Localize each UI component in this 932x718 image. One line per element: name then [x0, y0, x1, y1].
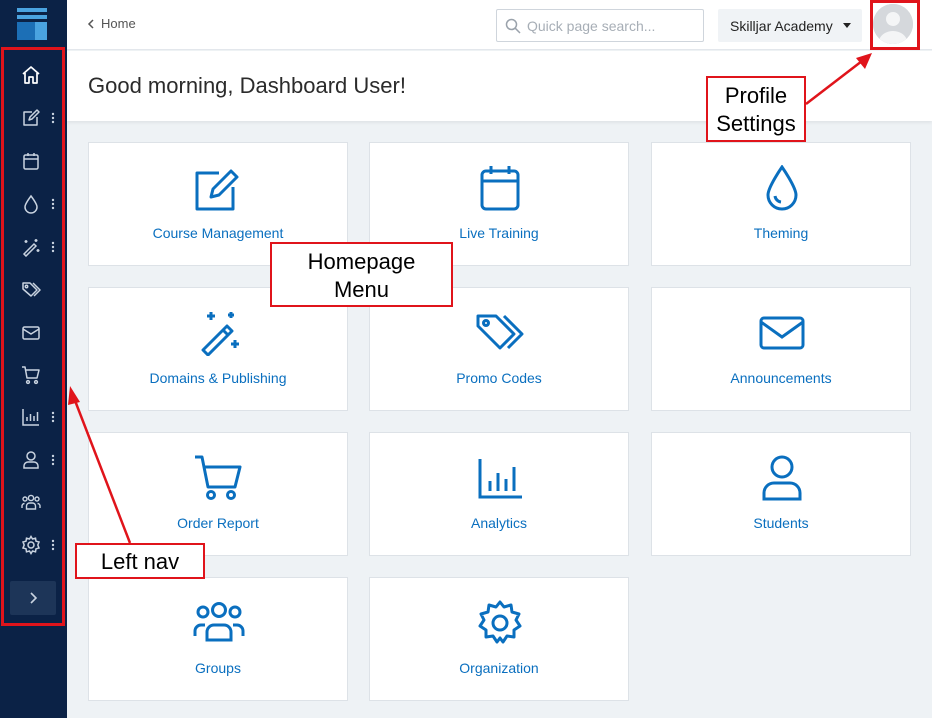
tile-theming[interactable]: Theming [651, 142, 911, 266]
tile-label: Analytics [470, 515, 528, 531]
tile-order-report[interactable]: Order Report [88, 432, 348, 556]
gear-icon [478, 600, 522, 644]
annotation-line: Settings [716, 111, 796, 136]
org-name: Skilljar Academy [730, 17, 833, 34]
envelope-icon [759, 316, 805, 350]
cart-icon [195, 455, 242, 500]
annotation-profile-settings: Profile Settings [706, 76, 806, 142]
tile-label: Organization [459, 660, 539, 676]
logo-icon[interactable] [17, 8, 47, 40]
tile-organization[interactable]: Organization [369, 577, 629, 701]
bar-chart-icon [478, 459, 522, 499]
tile-label: Groups [195, 660, 241, 676]
left-nav-highlight [1, 47, 65, 626]
magic-wand-icon [201, 312, 239, 356]
annotation-left-nav: Left nav [75, 543, 205, 579]
tile-students[interactable]: Students [651, 432, 911, 556]
quick-search[interactable] [496, 9, 704, 42]
org-switcher[interactable]: Skilljar Academy [718, 9, 862, 42]
annotation-line: Left nav [100, 549, 180, 574]
tile-analytics[interactable]: Analytics [369, 432, 629, 556]
tile-label: Promo Codes [456, 370, 542, 386]
annotation-line: Profile [724, 83, 788, 108]
tile-label: Domains & Publishing [149, 370, 287, 386]
top-bar: Home Skilljar Academy [67, 0, 932, 50]
annotation-line: Menu [333, 277, 390, 302]
search-input[interactable] [527, 16, 697, 36]
droplet-icon [766, 165, 798, 211]
edit-icon [195, 169, 239, 211]
tile-label: Order Report [177, 515, 259, 531]
tile-announcements[interactable]: Announcements [651, 287, 911, 411]
caret-down-icon [842, 23, 851, 28]
tile-label: Course Management [152, 225, 284, 241]
tile-label: Students [753, 515, 809, 531]
chevron-left-icon [87, 18, 94, 29]
search-icon [505, 18, 521, 34]
user-icon [762, 455, 802, 501]
calendar-icon [480, 166, 520, 211]
arrowhead-left-nav [68, 386, 80, 405]
annotation-homepage-menu: Homepage Menu [270, 242, 453, 307]
page-title: Good morning, Dashboard User! [88, 73, 406, 98]
users-icon [193, 602, 245, 642]
annotation-line: Homepage [307, 249, 416, 274]
breadcrumb-home-link[interactable]: Home [101, 16, 136, 31]
tile-label: Theming [753, 225, 809, 241]
tags-icon [476, 314, 524, 350]
profile-highlight [870, 0, 920, 50]
tile-groups[interactable]: Groups [88, 577, 348, 701]
breadcrumb[interactable]: Home [87, 16, 136, 31]
tile-label: Announcements [730, 370, 832, 386]
tile-label: Live Training [459, 225, 539, 241]
